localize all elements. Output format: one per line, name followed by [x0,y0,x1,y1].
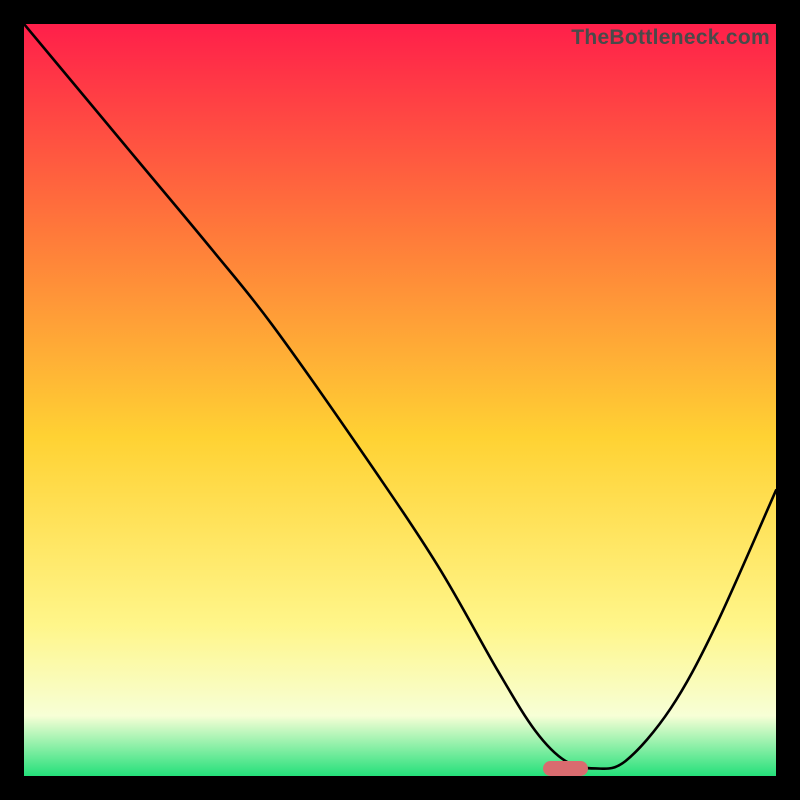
chart-frame: TheBottleneck.com [0,0,800,800]
bottleneck-curve [24,24,776,776]
optimum-marker [543,761,588,776]
plot-area: TheBottleneck.com [24,24,776,776]
watermark-text: TheBottleneck.com [571,26,770,50]
